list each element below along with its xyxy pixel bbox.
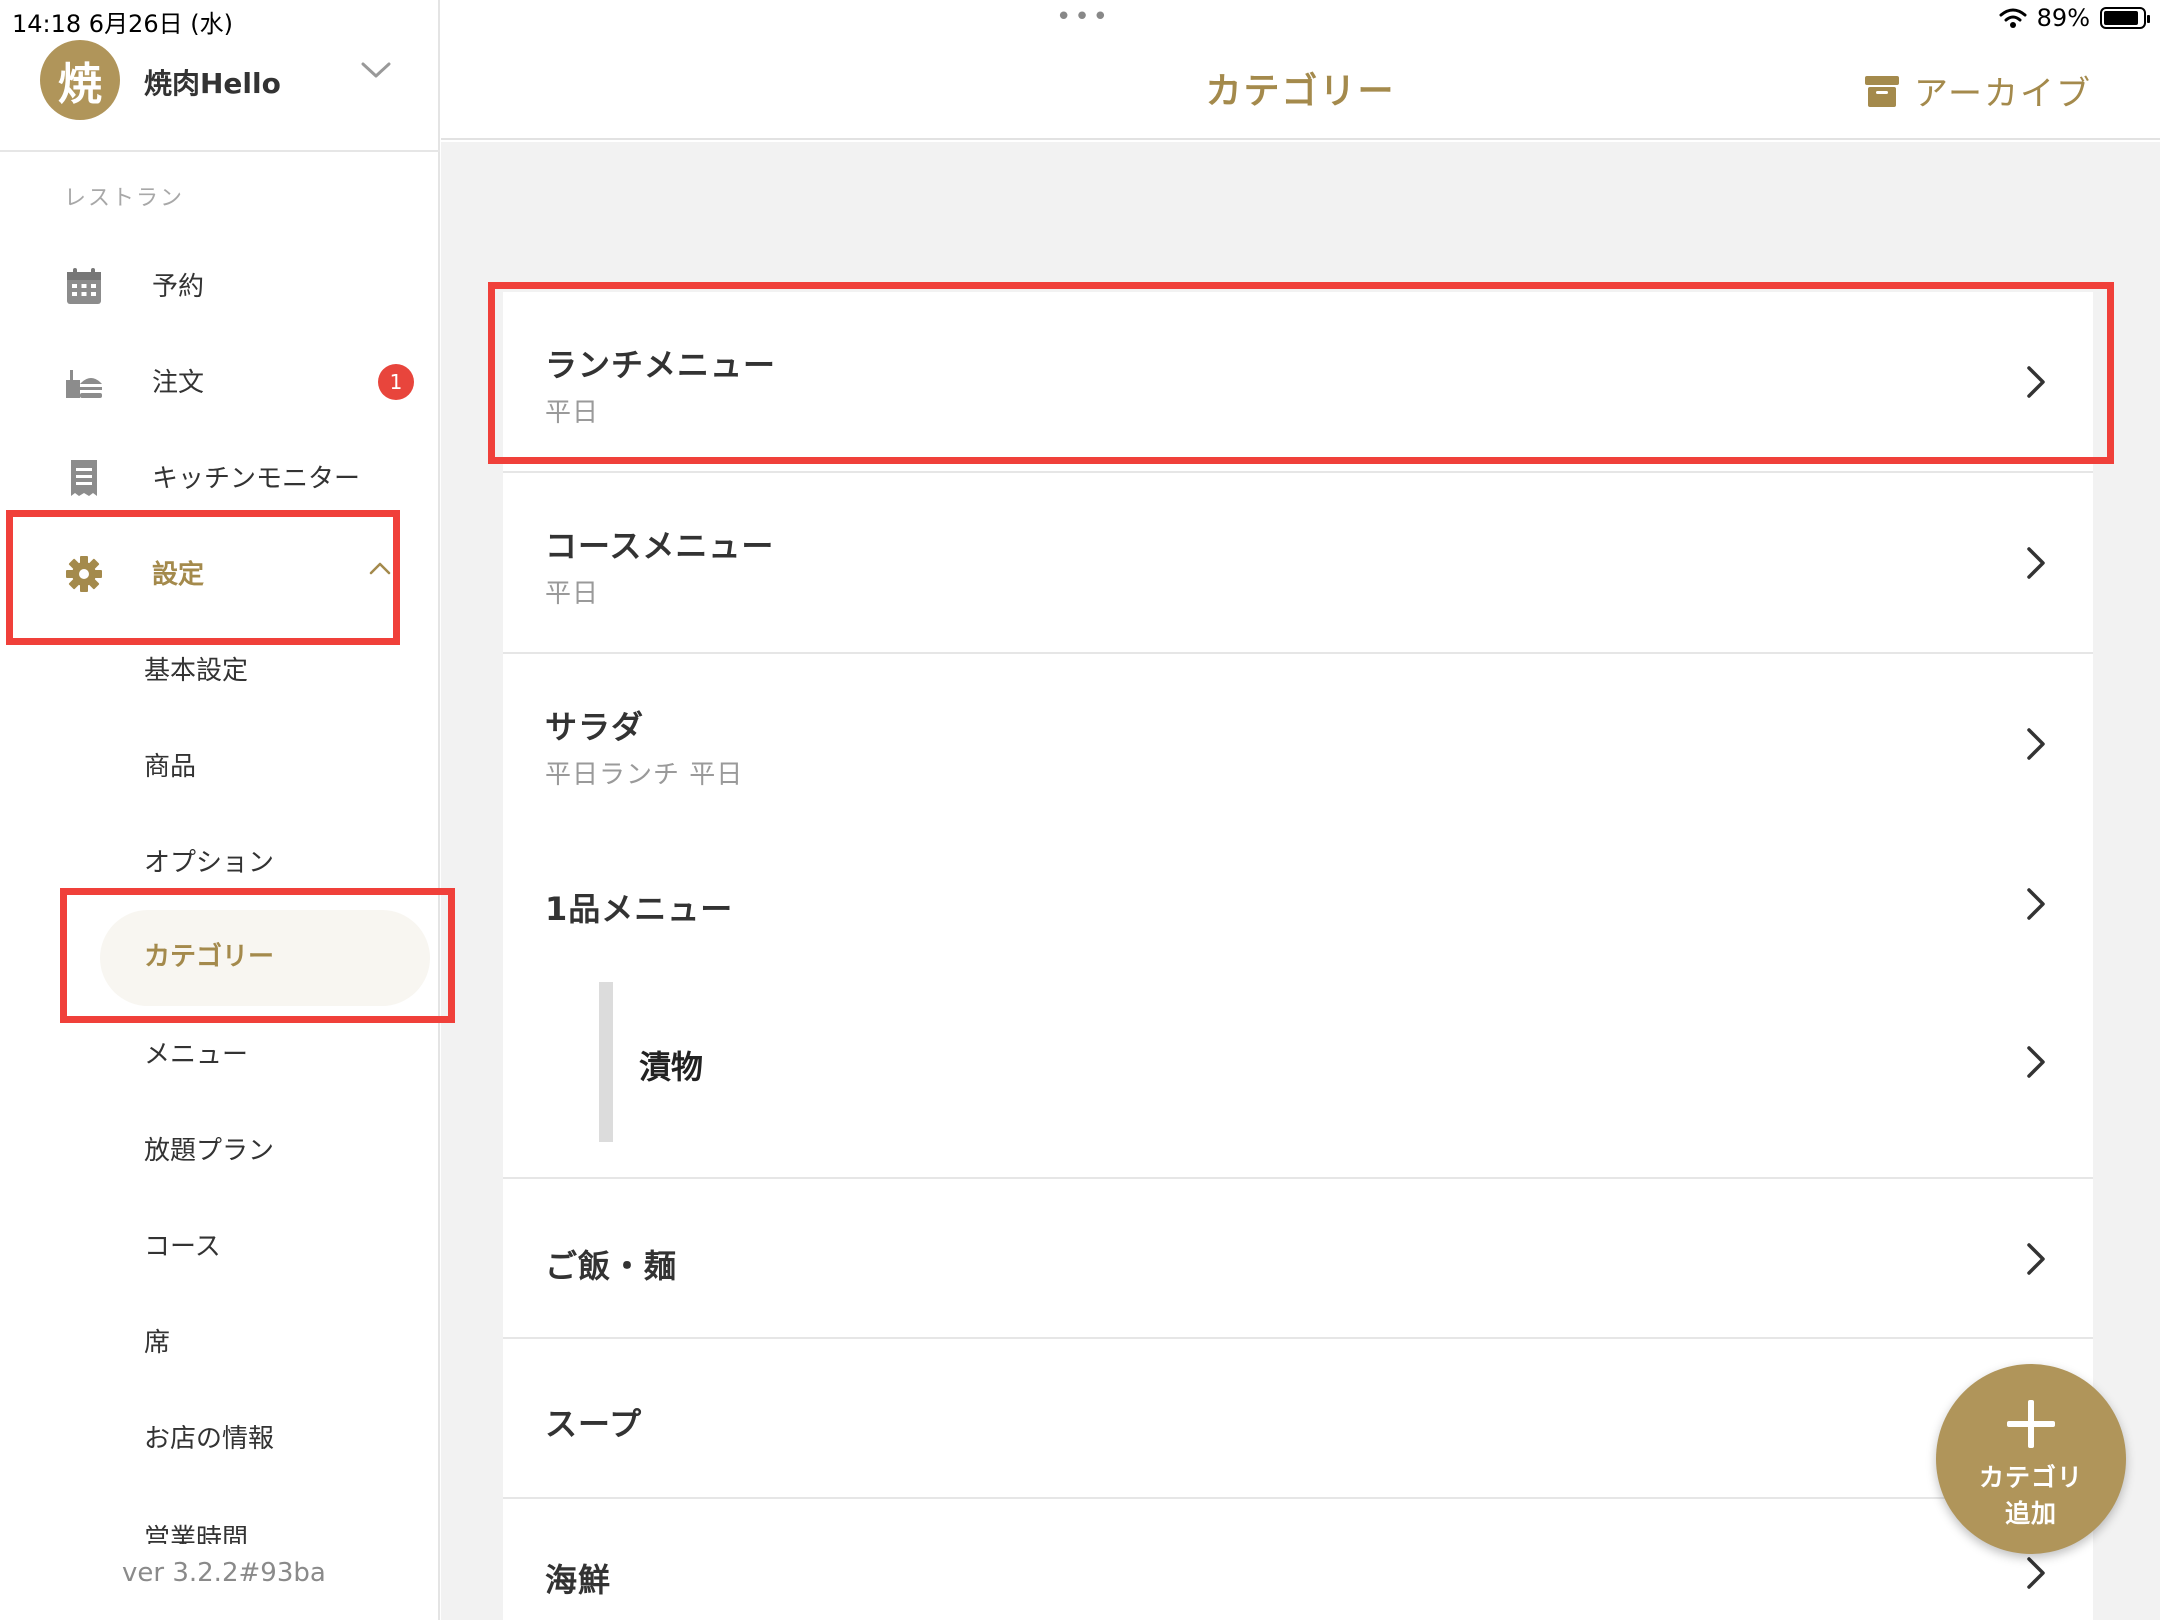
category-title: 海鮮 bbox=[545, 1561, 612, 1599]
chevron-right-icon bbox=[2027, 888, 2045, 920]
sub-label-menu: メニュー bbox=[144, 1040, 249, 1070]
status-bar: 14:18 6月26日 (水) ••• 89% bbox=[0, 0, 2160, 40]
category-row-lunch-menu[interactable]: ランチメニュー 平日 bbox=[503, 292, 2093, 473]
sub-item-courses[interactable]: コース bbox=[0, 1196, 440, 1292]
category-list: ランチメニュー 平日 コースメニュー 平日 サラダ 平日ランチ 平日 1品メニュ… bbox=[503, 292, 2093, 1620]
archive-label: アーカイブ bbox=[1914, 74, 2092, 114]
nav-item-orders[interactable]: 注文 1 bbox=[0, 332, 440, 428]
gear-icon bbox=[66, 556, 102, 592]
subcategory-indent-bar bbox=[599, 982, 613, 1142]
add-category-label: カテゴリ 追加 bbox=[1936, 1460, 2126, 1532]
chevron-right-icon bbox=[2027, 366, 2045, 398]
category-title: サラダ bbox=[545, 708, 645, 746]
chevron-right-icon bbox=[2027, 728, 2045, 760]
battery-level-fill bbox=[2104, 11, 2138, 25]
category-subtitle: 平日 bbox=[545, 398, 600, 428]
category-title: スープ bbox=[545, 1405, 643, 1443]
add-category-label-line1: カテゴリ bbox=[1978, 1463, 2083, 1492]
category-row-single-dish-menu: 1品メニュー 漬物 bbox=[503, 836, 2093, 1179]
nav-label-orders: 注文 bbox=[152, 368, 205, 398]
category-title: ご飯・麺 bbox=[545, 1247, 678, 1285]
category-row-salad[interactable]: サラダ 平日ランチ 平日 bbox=[503, 654, 2093, 836]
battery-icon bbox=[2100, 7, 2150, 29]
plus-icon bbox=[2007, 1400, 2055, 1448]
app-root: 14:18 6月26日 (水) ••• 89% 焼 焼肉Hello レストラン bbox=[0, 0, 2160, 1620]
sub-label-seats: 席 bbox=[144, 1328, 171, 1358]
category-title: ランチメニュー bbox=[545, 346, 777, 384]
account-switcher[interactable]: 焼 焼肉Hello bbox=[0, 40, 440, 152]
chevron-down-icon bbox=[361, 62, 391, 78]
chevron-right-icon bbox=[2027, 1243, 2045, 1275]
app-version: ver 3.2.2#93ba bbox=[122, 1558, 326, 1588]
subcategory-title: 漬物 bbox=[639, 1048, 704, 1086]
sub-item-products[interactable]: 商品 bbox=[0, 716, 440, 812]
calendar-icon bbox=[67, 268, 101, 304]
sub-item-options[interactable]: オプション bbox=[0, 812, 440, 908]
sub-item-basic-settings[interactable]: 基本設定 bbox=[0, 620, 440, 716]
section-label-restaurant: レストラン bbox=[64, 186, 185, 211]
category-subtitle: 平日 bbox=[545, 579, 600, 609]
category-parent-row[interactable]: 1品メニュー bbox=[503, 836, 2093, 972]
nav-label-settings: 設定 bbox=[152, 560, 205, 590]
sub-item-all-you-can-plans[interactable]: 放題プラン bbox=[0, 1100, 440, 1196]
chevron-right-icon bbox=[2027, 1557, 2045, 1589]
receipt-icon bbox=[71, 460, 97, 496]
category-list-area[interactable]: ランチメニュー 平日 コースメニュー 平日 サラダ 平日ランチ 平日 1品メニュ… bbox=[441, 142, 2160, 1620]
sub-label-categories: カテゴリー bbox=[144, 942, 275, 972]
chevron-right-icon bbox=[2027, 1046, 2045, 1078]
nav-item-settings[interactable]: 設定 bbox=[0, 524, 440, 620]
page-header: カテゴリー アーカイブ bbox=[441, 40, 2160, 140]
sidebar: 焼 焼肉Hello レストラン 予約 注文 1 キッチンモニター 設定 基本設定… bbox=[0, 0, 440, 1620]
category-title: 1品メニュー bbox=[545, 890, 734, 928]
nav-label-kitchen-monitor: キッチンモニター bbox=[152, 464, 361, 494]
sub-label-basic-settings: 基本設定 bbox=[144, 656, 249, 686]
category-row-seafood[interactable]: 海鮮 bbox=[503, 1499, 2093, 1620]
battery-percentage: 89% bbox=[2036, 4, 2090, 32]
chevron-right-icon bbox=[2027, 547, 2045, 579]
sub-label-shop-info: お店の情報 bbox=[144, 1424, 275, 1454]
sub-item-categories[interactable]: カテゴリー bbox=[0, 898, 440, 1006]
add-category-button[interactable]: カテゴリ 追加 bbox=[1936, 1364, 2126, 1554]
food-tray-icon bbox=[66, 370, 102, 398]
sub-item-shop-info[interactable]: お店の情報 bbox=[0, 1388, 440, 1484]
nav-label-reservations: 予約 bbox=[152, 272, 205, 302]
sub-label-business-hours: 営業時間 bbox=[144, 1524, 249, 1544]
sub-item-seats[interactable]: 席 bbox=[0, 1292, 440, 1388]
category-title: コースメニュー bbox=[545, 527, 775, 565]
orders-count-badge: 1 bbox=[378, 364, 414, 400]
nav-item-reservations[interactable]: 予約 bbox=[0, 236, 440, 332]
account-name: 焼肉Hello bbox=[144, 67, 281, 100]
subcategory-row-pickles[interactable]: 漬物 bbox=[503, 972, 2093, 1142]
status-time-date: 14:18 6月26日 (水) bbox=[12, 10, 233, 38]
archive-box-icon bbox=[1865, 75, 1900, 107]
category-row-course-menu[interactable]: コースメニュー 平日 bbox=[503, 473, 2093, 654]
category-row-soup[interactable]: スープ bbox=[503, 1339, 2093, 1499]
chevron-up-icon bbox=[369, 562, 391, 575]
sub-item-business-hours[interactable]: 営業時間 bbox=[0, 1508, 440, 1544]
add-category-label-line2: 追加 bbox=[2004, 1499, 2057, 1528]
wifi-icon bbox=[1999, 8, 2027, 28]
avatar: 焼 bbox=[40, 40, 120, 120]
sub-label-courses: コース bbox=[144, 1232, 221, 1262]
multitasking-dots[interactable]: ••• bbox=[1056, 2, 1111, 32]
nav-item-kitchen-monitor[interactable]: キッチンモニター bbox=[0, 428, 440, 524]
status-indicators: 89% bbox=[1999, 4, 2150, 32]
sub-label-options: オプション bbox=[144, 848, 275, 878]
sub-label-all-you-can-plans: 放題プラン bbox=[144, 1136, 275, 1166]
archive-button[interactable]: アーカイブ bbox=[1864, 66, 2092, 115]
sub-item-menu[interactable]: メニュー bbox=[0, 1004, 440, 1100]
category-subtitle: 平日ランチ 平日 bbox=[545, 760, 744, 790]
category-row-rice-noodles[interactable]: ご飯・麺 bbox=[503, 1179, 2093, 1339]
sub-label-products: 商品 bbox=[144, 752, 197, 782]
